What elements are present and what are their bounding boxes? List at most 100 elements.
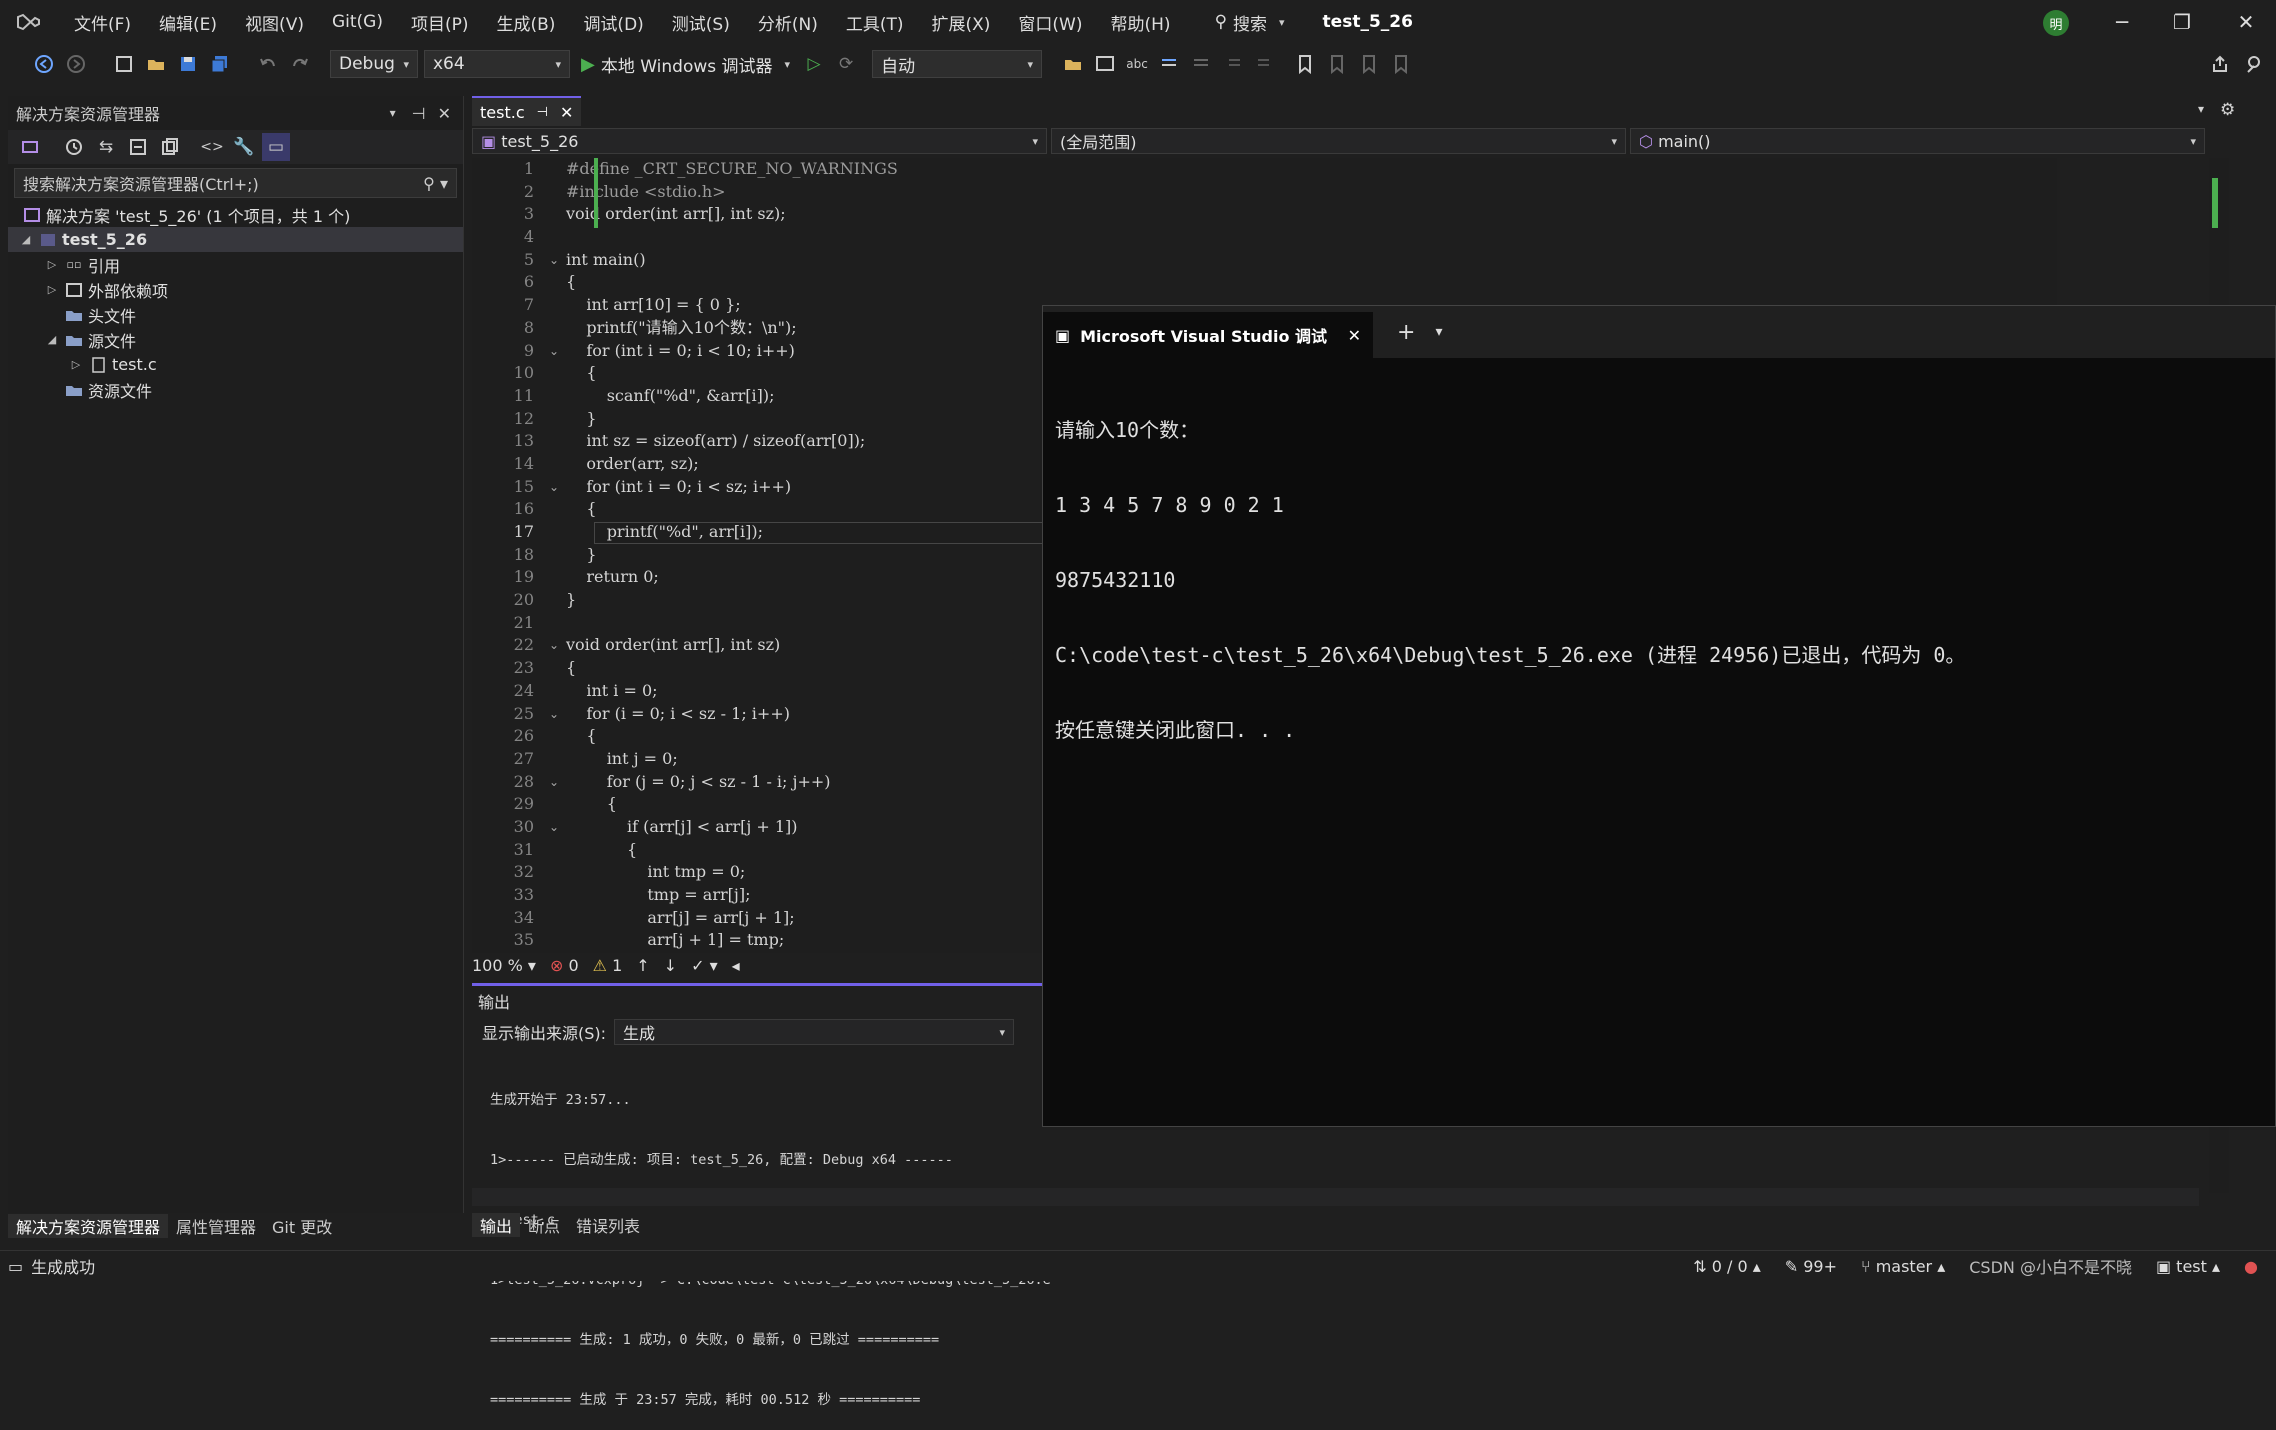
share-icon[interactable] — [2206, 50, 2234, 78]
clear-bookmarks-icon[interactable] — [1387, 50, 1415, 78]
menu-view[interactable]: 视图(V) — [231, 10, 318, 35]
platform-select[interactable]: x64 ▾ — [424, 50, 570, 78]
chevron-down-icon[interactable]: ▾ — [1435, 324, 1442, 340]
new-project-icon[interactable] — [110, 50, 138, 78]
folder-view-icon[interactable] — [1059, 50, 1087, 78]
fold-toggle-icon[interactable]: ⌄ — [542, 476, 566, 499]
configuration-select[interactable]: Debug ▾ — [330, 50, 418, 78]
start-without-debugging-icon[interactable]: ▷ — [800, 50, 828, 78]
code-line[interactable]: 6{ — [472, 271, 2057, 294]
tab-solution-explorer[interactable]: 解决方案资源管理器 — [8, 1214, 169, 1238]
close-icon[interactable]: ✕ — [438, 104, 451, 123]
code-cleanup-icon[interactable]: ✓ ▾ — [691, 956, 718, 975]
menu-build[interactable]: 生成(B) — [483, 10, 570, 35]
test-c-node[interactable]: ▷ test.c — [8, 352, 463, 377]
code-line[interactable]: 2 #include <stdio.h> — [472, 181, 2057, 204]
header-files-node[interactable]: 头文件 — [8, 302, 463, 327]
restore-button[interactable]: ❐ — [2152, 0, 2212, 44]
source-files-node[interactable]: ◢ 源文件 — [8, 327, 463, 352]
sync-icon[interactable]: ⇆ — [92, 133, 120, 161]
global-search-button[interactable]: ⚲ 搜索 ▾ — [1201, 10, 1299, 35]
error-indicator[interactable]: ⊗ 0 — [550, 956, 579, 975]
pin-icon[interactable]: ⊣ — [412, 104, 426, 123]
menu-tools[interactable]: 工具(T) — [832, 10, 918, 35]
code-line[interactable]: 5 ⌄ int main() — [472, 249, 2057, 272]
properties-icon[interactable]: 🔧 — [230, 133, 258, 161]
project-node[interactable]: ◢ test_5_26 — [8, 227, 463, 252]
project-dropdown[interactable]: ▣ test_5_26 ▾ — [472, 128, 1047, 154]
outdent-icon[interactable] — [1251, 50, 1279, 78]
redo-icon[interactable] — [286, 50, 314, 78]
tab-git-changes[interactable]: Git 更改 — [264, 1214, 340, 1238]
bookmark-icon[interactable] — [1291, 50, 1319, 78]
menu-test[interactable]: 测试(S) — [658, 10, 744, 35]
references-node[interactable]: ▷ ▫▫ 引用 — [8, 252, 463, 277]
output-source-select[interactable]: 生成 ▾ — [614, 1019, 1015, 1045]
close-icon[interactable]: ✕ — [560, 103, 573, 122]
expand-arrow-icon[interactable]: ◢ — [18, 233, 34, 246]
expand-arrow-icon[interactable]: ◢ — [44, 333, 60, 346]
fold-toggle-icon[interactable]: ⌄ — [542, 634, 566, 657]
code-line[interactable]: 4 — [472, 226, 2057, 249]
avatar[interactable]: 明 — [2043, 10, 2069, 36]
open-folder-icon[interactable] — [142, 50, 170, 78]
indent-icon[interactable] — [1219, 50, 1247, 78]
branch-indicator[interactable]: ⑂ master ▴ — [1861, 1257, 1945, 1276]
warning-indicator[interactable]: ⚠ 1 — [593, 956, 623, 975]
close-window-button[interactable]: ✕ — [2216, 0, 2276, 44]
collapse-arrow-icon[interactable]: ▷ — [68, 358, 84, 371]
fold-toggle-icon[interactable]: ⌄ — [542, 249, 566, 272]
prev-bookmark-icon[interactable] — [1323, 50, 1351, 78]
feedback-icon[interactable] — [2240, 50, 2268, 78]
fold-toggle-icon[interactable]: ⌄ — [542, 340, 566, 363]
history-icon[interactable] — [60, 133, 88, 161]
code-line[interactable]: 1 #define _CRT_SECURE_NO_WARNINGS — [472, 158, 2057, 181]
code-line[interactable]: 3 void order(int arr[], int sz); — [472, 203, 2057, 226]
menu-analyze[interactable]: 分析(N) — [744, 10, 832, 35]
tab-property-manager[interactable]: 属性管理器 — [168, 1214, 264, 1238]
switch-views-icon[interactable] — [16, 133, 44, 161]
show-all-files-icon[interactable] — [156, 133, 184, 161]
pin-icon[interactable]: ⊣ — [537, 105, 548, 120]
fold-toggle-icon[interactable]: ⌄ — [542, 771, 566, 794]
scope-dropdown[interactable]: (全局范围) ▾ — [1051, 128, 1626, 154]
menu-file[interactable]: 文件(F) — [60, 10, 145, 35]
pending-changes-indicator[interactable]: ✎ 99+ — [1785, 1257, 1837, 1276]
tab-error-list[interactable]: 错误列表 — [568, 1213, 648, 1237]
tab-breakpoints[interactable]: 断点 — [520, 1213, 568, 1237]
repo-indicator[interactable]: ▣ test ▴ — [2156, 1257, 2220, 1276]
forward-icon[interactable] — [62, 50, 90, 78]
undo-icon[interactable] — [254, 50, 282, 78]
menu-help[interactable]: 帮助(H) — [1097, 10, 1185, 35]
notification-icon[interactable]: ● — [2244, 1257, 2258, 1276]
source-control-indicator[interactable]: ⇅ 0 / 0 ▴ — [1693, 1257, 1761, 1276]
panel-menu-icon[interactable]: ▾ — [390, 106, 396, 120]
menu-project[interactable]: 项目(P) — [397, 10, 483, 35]
window-layout-icon[interactable] — [1091, 50, 1119, 78]
menu-edit[interactable]: 编辑(E) — [145, 10, 231, 35]
tab-test-c[interactable]: test.c ⊣ ✕ — [472, 96, 582, 126]
resource-files-node[interactable]: 资源文件 — [8, 377, 463, 402]
collapse-arrow-icon[interactable]: ▷ — [44, 258, 60, 271]
zoom-level[interactable]: 100 % ▾ — [472, 956, 536, 975]
scroll-thumb[interactable] — [2212, 178, 2218, 228]
preview-selected-icon[interactable]: ▭ — [262, 133, 290, 161]
collapse-arrow-icon[interactable]: ▷ — [44, 283, 60, 296]
visual-studio-logo-icon[interactable] — [12, 5, 46, 39]
debug-console-window[interactable]: ▣ Microsoft Visual Studio 调试 ✕ + ▾ 请输入10… — [1042, 305, 2276, 1127]
external-deps-node[interactable]: ▷ 外部依赖项 — [8, 277, 463, 302]
tab-output[interactable]: 输出 — [472, 1213, 521, 1237]
new-tab-icon[interactable]: + — [1397, 320, 1415, 345]
scroll-left-icon[interactable]: ◂ — [732, 956, 740, 975]
fold-toggle-icon[interactable]: ⌄ — [542, 703, 566, 726]
spell-check-icon[interactable]: abc — [1123, 50, 1151, 78]
next-bookmark-icon[interactable] — [1355, 50, 1383, 78]
solution-search-input[interactable]: 搜索解决方案资源管理器(Ctrl+;) ⚲ ▾ — [14, 168, 457, 198]
save-icon[interactable] — [174, 50, 202, 78]
tab-list-icon[interactable]: ▾ — [2198, 102, 2204, 116]
mode-select[interactable]: 自动 ▾ — [872, 50, 1043, 78]
back-icon[interactable] — [30, 50, 58, 78]
menu-window[interactable]: 窗口(W) — [1004, 10, 1096, 35]
collapse-all-icon[interactable] — [124, 133, 152, 161]
output-horizontal-scrollbar[interactable] — [472, 1188, 2199, 1206]
